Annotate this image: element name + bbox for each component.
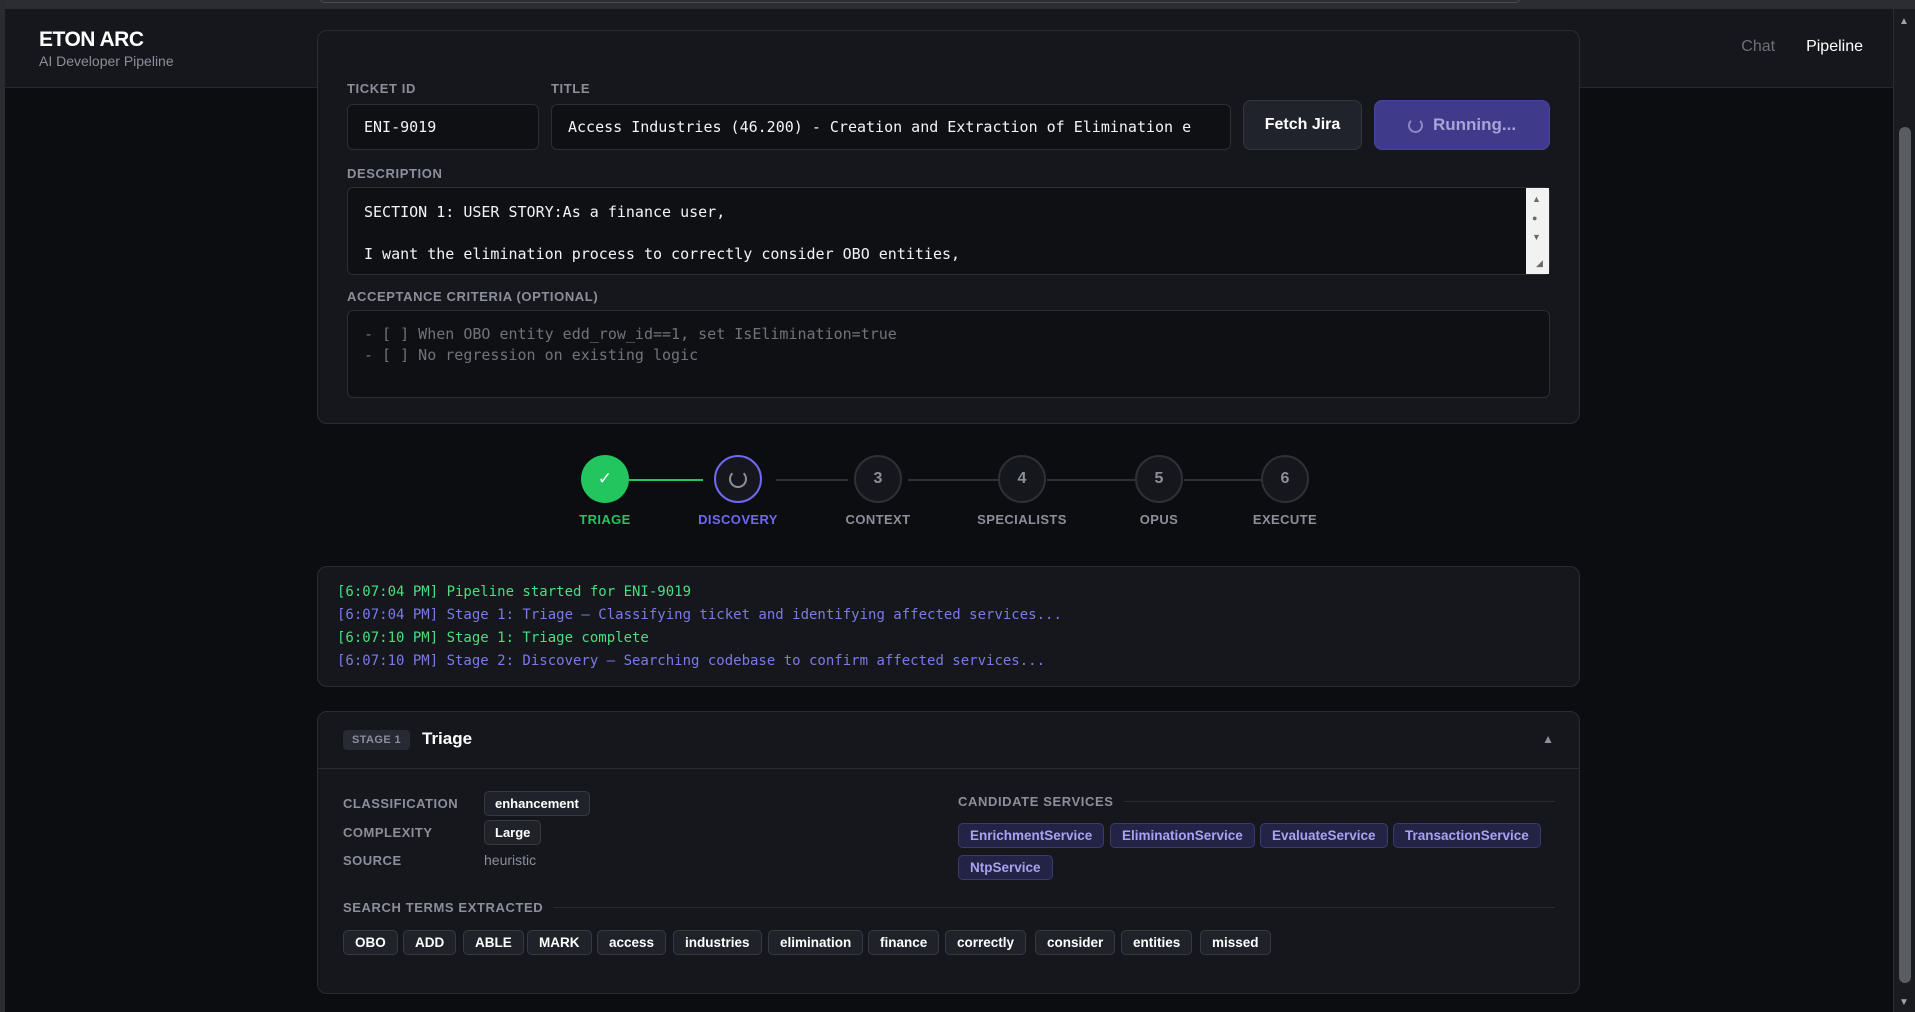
- search-term-tag: elimination: [768, 930, 864, 955]
- search-term-tag: entities: [1121, 930, 1193, 955]
- search-term-tag: ABLE: [463, 930, 524, 955]
- complexity-value: Large: [484, 820, 542, 845]
- collapse-chevron-icon[interactable]: ▲: [1542, 732, 1554, 746]
- fetch-jira-button[interactable]: Fetch Jira: [1243, 100, 1362, 150]
- search-term-tag: OBO: [343, 930, 398, 955]
- brand-subtitle: AI Developer Pipeline: [39, 53, 174, 69]
- log-line: [6:07:10 PM] Stage 2: Discovery — Search…: [337, 653, 1046, 669]
- search-term-tag: industries: [673, 930, 762, 955]
- complexity-label: COMPLEXITY: [343, 825, 433, 840]
- search-term-tag: consider: [1035, 930, 1116, 955]
- title-input[interactable]: Access Industries (46.200) - Creation an…: [551, 104, 1231, 150]
- connector-5: [1184, 479, 1264, 481]
- acceptance-criteria-label: ACCEPTANCE CRITERIA (OPTIONAL): [347, 289, 599, 304]
- step-label-opus: OPUS: [1139, 512, 1179, 527]
- service-tag: EnrichmentService: [958, 823, 1105, 848]
- step-execute[interactable]: 6: [1261, 455, 1309, 503]
- divider: [553, 907, 1555, 908]
- divider: [1123, 801, 1555, 802]
- brand-title: ETON ARC: [39, 28, 144, 51]
- stage-title: Triage: [422, 729, 473, 748]
- connector-3: [908, 479, 999, 481]
- candidate-services-heading: CANDIDATE SERVICES: [958, 794, 1555, 809]
- step-discovery[interactable]: [714, 455, 762, 503]
- search-term-tag: correctly: [945, 930, 1027, 955]
- search-terms-label: SEARCH TERMS EXTRACTED: [343, 900, 544, 915]
- triage-card-header[interactable]: STAGE 1 Triage ▲: [318, 712, 1579, 769]
- connector-1: [629, 479, 703, 481]
- stage-badge: STAGE 1: [343, 730, 411, 750]
- run-button-label: Running...: [1432, 115, 1517, 134]
- service-tag: EvaluateService: [1260, 823, 1388, 848]
- title-label: TITLE: [551, 81, 591, 96]
- pipeline-stepper: ✓ 3 4 5 6 TRIAGE DISCOVERY CONTEXT SPECI…: [0, 455, 1915, 530]
- description-scrollbar[interactable]: ▲ ● ▼ ◢: [1526, 188, 1549, 274]
- scroll-up-icon[interactable]: ▲: [1532, 194, 1541, 204]
- triage-stage-card: STAGE 1 Triage ▲ CLASSIFICATION enhancem…: [317, 711, 1580, 994]
- search-term-tag: missed: [1200, 930, 1271, 955]
- classification-label: CLASSIFICATION: [343, 796, 459, 811]
- log-line: [6:07:04 PM] Pipeline started for ENI-90…: [337, 584, 692, 600]
- scroll-down-icon[interactable]: ▼: [1899, 997, 1909, 1008]
- step-opus[interactable]: 5: [1135, 455, 1183, 503]
- scroll-thumb[interactable]: [1899, 127, 1911, 983]
- search-term-tag: finance: [868, 930, 940, 955]
- search-term-tag: MARK: [527, 930, 592, 955]
- resize-handle-icon[interactable]: ◢: [1536, 258, 1543, 269]
- pipeline-log: [6:07:04 PM] Pipeline started for ENI-90…: [317, 566, 1580, 687]
- scroll-up-icon[interactable]: ▲: [1899, 16, 1909, 27]
- step-triage[interactable]: ✓: [581, 455, 629, 503]
- check-icon: ✓: [597, 469, 613, 488]
- description-line-2: I want the elimination process to correc…: [364, 245, 961, 263]
- service-tag: NtpService: [958, 855, 1053, 880]
- search-terms-heading: SEARCH TERMS EXTRACTED: [343, 900, 1555, 915]
- search-term-tag: access: [597, 930, 667, 955]
- description-textarea[interactable]: SECTION 1: USER STORY:As a finance user,…: [347, 187, 1550, 275]
- connector-4: [1047, 479, 1135, 481]
- connector-2: [776, 479, 848, 481]
- search-term-tag: ADD: [403, 930, 457, 955]
- description-line-1: SECTION 1: USER STORY:As a finance user,: [364, 203, 726, 221]
- acceptance-criteria-textarea[interactable]: - [ ] When OBO entity edd_row_id==1, set…: [347, 310, 1550, 398]
- step-specialists[interactable]: 4: [998, 455, 1046, 503]
- ticket-id-label: TICKET ID: [347, 81, 416, 96]
- step-label-execute: EXECUTE: [1252, 512, 1318, 527]
- loading-spinner-icon: [1407, 117, 1423, 133]
- classification-value: enhancement: [484, 791, 590, 816]
- service-tag: EliminationService: [1110, 823, 1255, 848]
- candidate-services-label: CANDIDATE SERVICES: [958, 794, 1114, 809]
- log-line: [6:07:04 PM] Stage 1: Triage — Classifyi…: [337, 607, 1062, 623]
- step-label-triage: TRIAGE: [579, 512, 631, 527]
- step-label-context: CONTEXT: [845, 512, 911, 527]
- step-label-specialists: SPECIALISTS: [977, 512, 1067, 527]
- scroll-down-icon[interactable]: ▼: [1532, 232, 1541, 242]
- scroll-thumb-icon[interactable]: ●: [1532, 213, 1537, 223]
- nav-pipeline[interactable]: Pipeline: [1806, 38, 1863, 56]
- source-value: heuristic: [484, 852, 537, 868]
- source-label: SOURCE: [343, 853, 402, 868]
- service-tag: TransactionService: [1393, 823, 1541, 848]
- step-label-discovery: DISCOVERY: [698, 512, 778, 527]
- log-line: [6:07:10 PM] Stage 1: Triage complete: [337, 630, 649, 646]
- ticket-id-input[interactable]: ENI-9019: [347, 104, 539, 150]
- step-context[interactable]: 3: [854, 455, 902, 503]
- run-button[interactable]: Running...: [1374, 100, 1550, 150]
- spinner-icon: [729, 470, 747, 488]
- top-nav: Chat Pipeline: [1741, 38, 1863, 56]
- nav-chat[interactable]: Chat: [1741, 38, 1775, 56]
- description-label: DESCRIPTION: [347, 166, 443, 181]
- page-scrollbar[interactable]: ▲ ▼: [1893, 9, 1915, 1012]
